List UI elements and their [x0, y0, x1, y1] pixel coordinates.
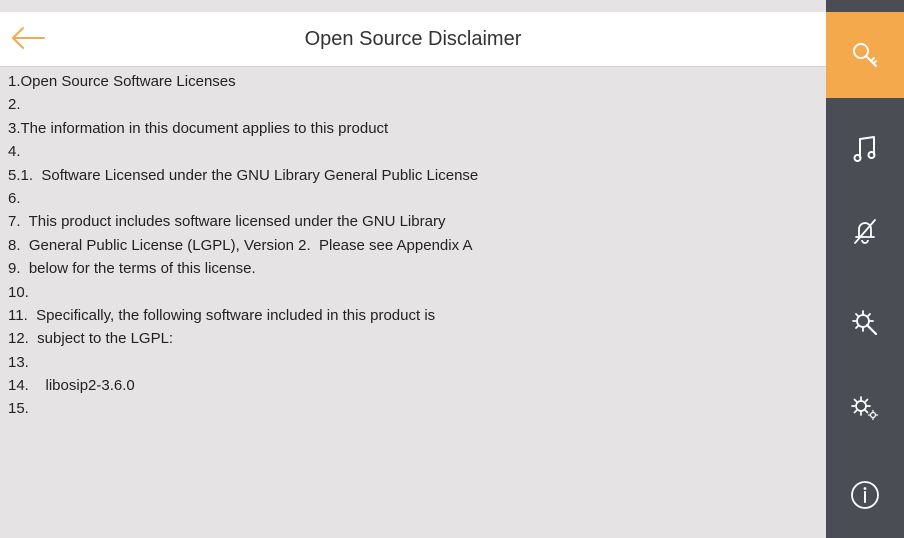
text-line: 5.1. Software Licensed under the GNU Lib…: [8, 166, 479, 184]
title-bar: Open Source Disclaimer: [0, 12, 826, 67]
main-panel: Open Source Disclaimer 1.Open Source Sof…: [0, 0, 826, 538]
text-line: 12. subject to the LGPL:: [8, 330, 174, 348]
text-line: 2.: [8, 96, 21, 114]
text-line: 10.: [8, 283, 29, 301]
text-line: 11. Specifically, the following software…: [8, 306, 436, 324]
text-line: 14. libosip2-3.6.0: [8, 377, 135, 395]
page-title: Open Source Disclaimer: [304, 28, 522, 50]
info-icon: [851, 481, 879, 509]
settings-search-icon: [852, 310, 878, 336]
key-search-icon: [853, 43, 877, 67]
gears-icon: [851, 396, 879, 421]
text-line: 15.: [8, 400, 29, 418]
text-line: 3.The information in this document appli…: [8, 119, 389, 137]
sidebar-item-settings-search[interactable]: [826, 280, 904, 366]
text-line: 7. This product includes software licens…: [8, 213, 446, 231]
sidebar-item-system-settings[interactable]: [826, 365, 904, 451]
sidebar-item-mute[interactable]: [826, 188, 904, 274]
sidebar-item-info[interactable]: [826, 452, 904, 538]
sidebar-item-search[interactable]: [826, 12, 904, 98]
sidebar-item-music[interactable]: [826, 106, 904, 192]
sidebar: [826, 0, 904, 538]
text-line: 4.: [8, 143, 21, 161]
music-note-icon: [853, 136, 876, 162]
text-line: 6.: [8, 189, 21, 207]
text-line: 13.: [8, 353, 29, 371]
text-line: 9. below for the terms of this license.: [8, 260, 256, 278]
disclaimer-text: 1.Open Source Software Licenses 2. 3.The…: [8, 70, 818, 538]
text-line: 8. General Public License (LGPL), Versio…: [8, 236, 473, 254]
text-line: 1.Open Source Software Licenses: [8, 73, 236, 90]
bell-muted-icon: [854, 219, 876, 244]
